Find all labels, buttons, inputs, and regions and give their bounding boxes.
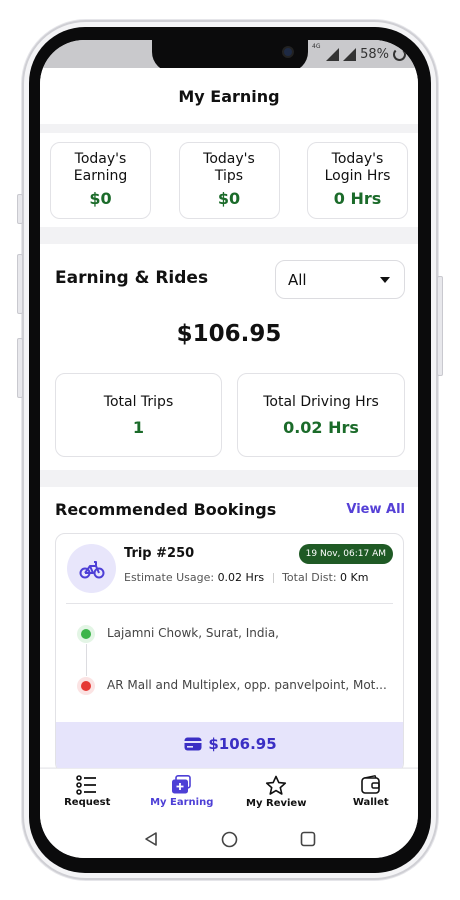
volume-up-button [17,254,23,314]
divider [66,603,393,604]
nav-label: My Earning [150,797,214,808]
stat-value: $0 [89,189,112,208]
wallet-card-icon [184,737,202,751]
camera-icon [282,46,294,58]
battery-icon [393,47,406,61]
back-icon[interactable] [143,831,159,847]
recommended-bookings-section: Recommended Bookings View All Trip #250 … [40,487,418,773]
total-trips-value: 1 [132,418,145,437]
date-badge: 19 Nov, 06:17 AM [298,544,393,564]
today-stats: Today's Earning $0 Today's Tips $0 Today's… [40,133,418,227]
nav-item-wallet[interactable]: Wallet [324,769,419,820]
stat-value: $0 [217,189,241,208]
trip-title: Trip #250 [124,546,195,561]
booking-price: $106.95 [208,735,277,753]
pickup-dot-icon [77,625,95,643]
divider [272,573,274,583]
filter-selected-value: All [288,270,307,289]
nav-item-request[interactable]: Request [40,769,135,820]
estimate-value: 0.02 Hrs [217,571,265,584]
chevron-down-icon [380,276,390,283]
list-icon [76,775,97,795]
total-driving-card: Total Driving Hrs 0.02 Hrs [237,373,405,457]
pickup-address: Lajamni Chowk, Surat, India, [107,626,279,640]
app-header: My Earning [40,68,418,124]
total-driving-value: 0.02 Hrs [283,418,359,437]
distance-label: Total Dist: [282,571,337,584]
filter-dropdown[interactable]: All [275,260,405,299]
system-navigation-bar [40,820,418,858]
view-all-link[interactable]: View All [346,502,405,517]
stat-card-login-hrs: Today's Login Hrs 0 Hrs [307,142,408,219]
mute-switch [17,194,23,224]
signal-icon-secondary [343,47,357,61]
battery-percent: 58% [360,46,389,62]
network-type: 4G [312,43,321,50]
wallet-icon [360,775,380,794]
dropoff-dot-icon [77,677,95,695]
stat-value: 0 Hrs [333,189,382,208]
section-title: Recommended Bookings [55,500,277,519]
status-icons: 58% [326,44,406,64]
price-bar: $106.95 [56,722,403,772]
section-title: Earning & Rides [55,268,209,288]
nav-label: Wallet [352,797,389,808]
trip-meta: Estimate Usage: 0.02 Hrs Total Dist: 0 K… [124,571,368,584]
stat-card-tips: Today's Tips $0 [178,142,280,219]
stat-label: Today's Login Hrs [324,151,391,184]
power-button [437,276,443,376]
route-line [86,644,87,676]
total-driving-label: Total Driving Hrs [263,394,379,410]
total-earning-amount: $106.95 [176,321,282,347]
home-icon[interactable] [221,831,238,848]
star-icon [266,775,287,795]
stat-label: Today's Tips [203,151,255,184]
estimate-label: Estimate Usage: [124,571,215,584]
booking-card[interactable]: Trip #250 19 Nov, 06:17 AM Estimate Usag… [55,533,404,773]
earning-rides-section: Earning & Rides All $106.95 Total Trips … [40,244,418,470]
bottom-nav: Request My Earning My Review Wallet [40,768,418,820]
nav-item-my-earning[interactable]: My Earning [135,769,230,820]
recents-icon[interactable] [300,831,316,847]
earning-icon [171,775,191,794]
nav-label: My Review [246,798,307,809]
signal-icon [326,47,340,61]
distance-value: 0 Km [340,571,369,584]
app-screen: 58% 4G My Earning Today's Earning $0 Toda… [40,40,418,858]
volume-down-button [17,338,23,398]
page-title: My Earning [178,86,280,106]
nav-item-my-review[interactable]: My Review [229,769,324,820]
nav-label: Request [64,797,111,808]
stat-card-earning: Today's Earning $0 [50,142,151,219]
dropoff-address: AR Mall and Multiplex, opp. panvelpoint,… [107,678,387,692]
total-trips-label: Total Trips [103,394,174,410]
total-trips-card: Total Trips 1 [55,373,222,457]
stat-label: Today's Earning [73,151,128,184]
bicycle-icon [67,544,116,593]
